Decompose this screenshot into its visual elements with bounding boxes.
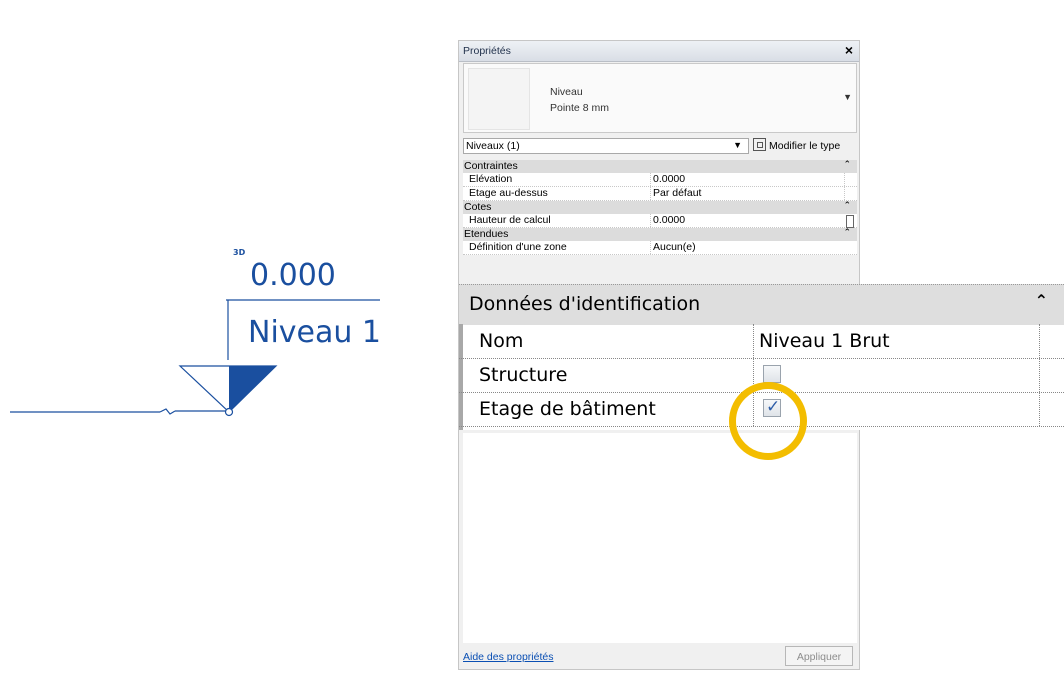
edit-type-icon [753, 138, 766, 151]
properties-grid: Contraintes ⌃ Elévation 0.0000 Etage au-… [463, 159, 857, 255]
collapse-icon[interactable]: ⌃ [1035, 291, 1048, 310]
type-family-label: Niveau [550, 86, 583, 98]
instance-filter-row: Niveaux (1) ▼ Modifier le type [463, 138, 857, 156]
column-divider [650, 214, 651, 227]
properties-title-bar[interactable]: Propriétés × [459, 41, 859, 62]
column-divider [1039, 324, 1040, 358]
structure-checkbox[interactable] [763, 365, 781, 383]
column-divider [1039, 358, 1040, 392]
column-divider [753, 358, 754, 392]
instance-filter-value: Niveaux (1) [466, 140, 520, 152]
level-line-break [159, 408, 176, 415]
column-divider [753, 392, 754, 426]
properties-help-link[interactable]: Aide des propriétés [463, 651, 553, 663]
property-name: Etage de bâtiment [479, 398, 656, 420]
property-value[interactable]: Aucun(e) [653, 241, 696, 253]
level-3d-badge[interactable]: 3D [233, 248, 245, 257]
property-value[interactable]: 0.0000 [653, 214, 685, 226]
building-story-checkbox[interactable]: ✓ [763, 397, 781, 417]
column-divider [844, 173, 845, 186]
collapse-icon[interactable]: ⌃ [843, 227, 851, 238]
column-divider [844, 187, 845, 200]
property-value[interactable]: Niveau 1 Brut [759, 330, 890, 352]
property-row-structure[interactable]: Structure [459, 358, 1064, 393]
column-divider [650, 173, 651, 186]
level-name-label[interactable]: Niveau 1 [248, 315, 381, 350]
zoomed-identity-data-callout: Données d'identification ⌃ Nom Niveau 1 … [459, 284, 1064, 430]
collapse-icon[interactable]: ⌃ [843, 200, 851, 211]
property-row-building-story[interactable]: Etage de bâtiment ✓ [459, 392, 1064, 427]
property-row-name[interactable]: Nom Niveau 1 Brut [459, 324, 1064, 359]
level-annotation: 3D 0.000 Niveau 1 [0, 0, 440, 673]
property-value[interactable]: 0.0000 [653, 173, 685, 185]
property-name: Elévation [469, 173, 513, 185]
property-name: Structure [479, 364, 568, 386]
group-header-constraints[interactable]: Contraintes ⌃ [463, 159, 857, 173]
group-label: Cotes [464, 201, 492, 213]
property-name: Nom [479, 330, 524, 352]
group-header-extents[interactable]: Etendues ⌃ [463, 227, 857, 241]
column-divider [650, 187, 651, 200]
level-elevation-label[interactable]: 0.000 [250, 258, 336, 293]
properties-title: Propriétés [463, 45, 511, 57]
property-name: Hauteur de calcul [469, 214, 551, 226]
edit-type-label: Modifier le type [769, 140, 841, 152]
property-row[interactable]: Elévation 0.0000 [463, 173, 857, 187]
group-header-dimensions[interactable]: Cotes ⌃ [463, 200, 857, 214]
property-value[interactable]: Par défaut [653, 187, 701, 199]
edit-type-button[interactable]: Modifier le type [753, 138, 840, 154]
apply-button[interactable]: Appliquer [785, 646, 853, 666]
type-selector[interactable]: Niveau Pointe 8 mm ▼ [463, 63, 857, 133]
property-name: Définition d'une zone [469, 241, 567, 253]
collapse-icon[interactable]: ⌃ [843, 159, 851, 170]
group-header-identity-data[interactable]: Données d'identification ⌃ [459, 284, 1064, 325]
group-label: Données d'identification [469, 293, 701, 315]
level-head-origin [224, 407, 234, 417]
property-row[interactable]: Hauteur de calcul 0.0000 [463, 214, 857, 228]
instance-filter-dropdown[interactable]: Niveaux (1) ▼ [463, 138, 749, 154]
type-preview-thumbnail [468, 68, 530, 130]
property-row[interactable]: Etage au-dessus Par défaut [463, 187, 857, 201]
column-divider [753, 324, 754, 358]
column-divider [650, 241, 651, 254]
checkmark-icon: ✓ [766, 397, 781, 417]
dropdown-arrow-icon[interactable]: ▼ [733, 140, 742, 150]
type-name-label: Pointe 8 mm [550, 102, 609, 114]
close-icon[interactable]: × [845, 42, 853, 58]
chevron-down-icon[interactable]: ▼ [843, 92, 852, 102]
group-label: Contraintes [464, 160, 518, 172]
property-row[interactable]: Définition d'une zone Aucun(e) [463, 241, 857, 255]
column-divider [1039, 392, 1040, 426]
properties-empty-area [463, 433, 857, 643]
group-label: Etendues [464, 228, 509, 240]
property-name: Etage au-dessus [469, 187, 548, 199]
